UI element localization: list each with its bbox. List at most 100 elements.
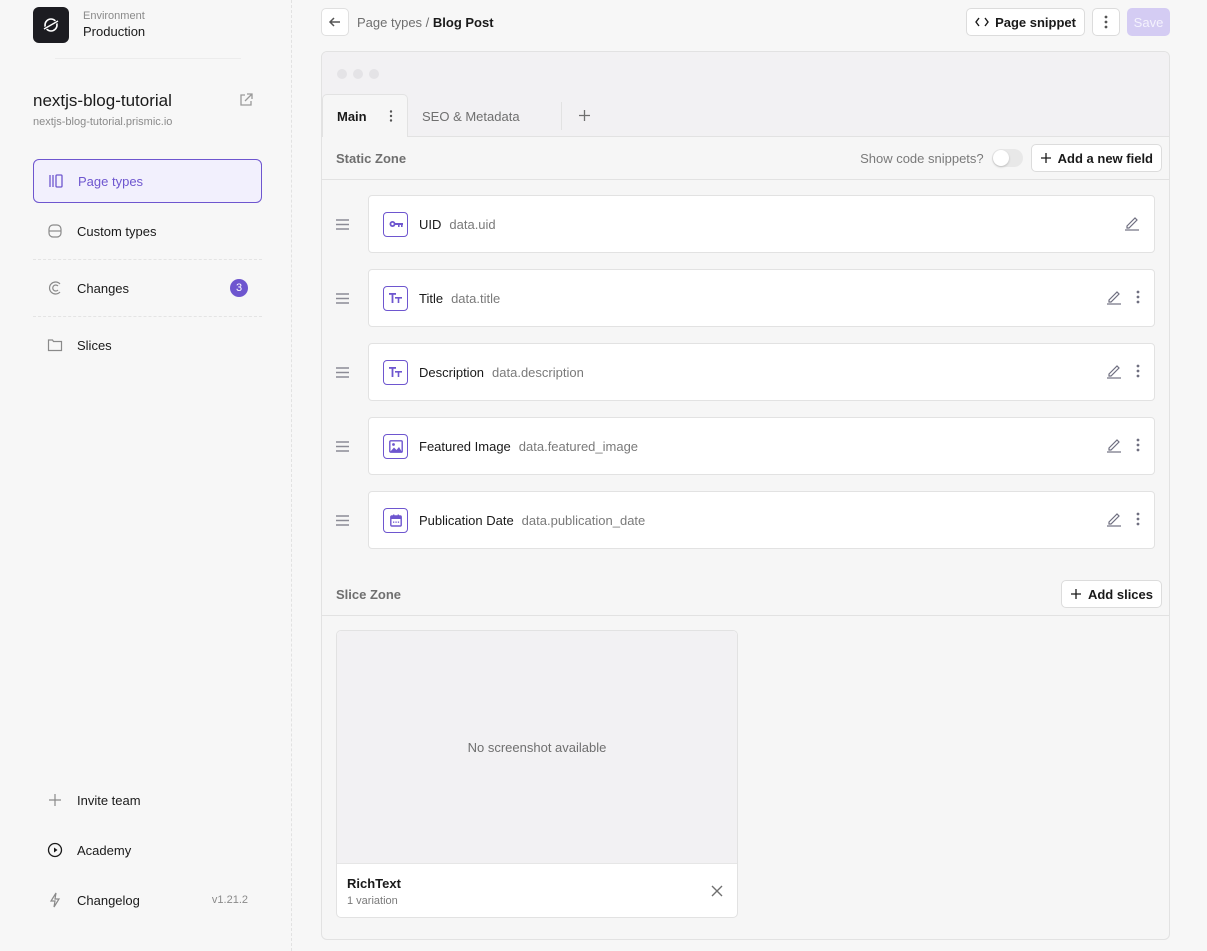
sidebar-item-label: Changelog	[77, 892, 140, 908]
tab-label: SEO & Metadata	[422, 108, 520, 124]
field-card[interactable]: UID data.uid	[368, 195, 1155, 253]
slice-zone-header: Slice Zone Add slices	[322, 573, 1169, 616]
tab-menu-icon[interactable]	[389, 110, 393, 122]
remove-slice-icon[interactable]	[707, 881, 727, 901]
prismic-logo-icon	[33, 7, 69, 43]
database-icon	[47, 223, 63, 239]
calendar-icon	[383, 507, 408, 533]
add-slices-button[interactable]: Add slices	[1060, 580, 1162, 608]
drag-handle-icon[interactable]	[336, 440, 368, 452]
key-icon	[383, 211, 408, 237]
drag-handle-icon[interactable]	[336, 292, 368, 304]
page-types-icon	[48, 173, 64, 189]
add-tab-button[interactable]	[562, 94, 606, 137]
field-api-id: data.publication_date	[521, 512, 646, 528]
sidebar-item-slices[interactable]: Slices	[33, 323, 262, 367]
slice-preview: No screenshot available	[337, 631, 737, 864]
field-api-id: data.uid	[449, 216, 496, 232]
sidebar-item-page-types[interactable]: Page types	[33, 159, 262, 203]
edit-pencil-icon[interactable]	[1124, 215, 1140, 234]
field-label: Featured Image	[419, 438, 511, 454]
text-icon	[383, 285, 408, 311]
sidebar-nav: Page types Custom types Changes 3 Slices	[33, 159, 262, 367]
app-version: v1.21.2	[211, 894, 248, 906]
sidebar-item-label: Custom types	[77, 223, 157, 239]
tab-main[interactable]: Main	[322, 94, 408, 137]
code-icon	[975, 17, 989, 27]
tab-seo-metadata[interactable]: SEO & Metadata	[408, 102, 562, 130]
changes-icon	[47, 280, 63, 296]
window-dots	[337, 69, 379, 79]
field-menu-icon[interactable]	[1136, 512, 1140, 529]
panel-header: Main SEO & Metadata	[322, 52, 1169, 137]
field-menu-icon[interactable]	[1136, 438, 1140, 455]
breadcrumb: Page types / Blog Post	[357, 15, 494, 30]
divider	[33, 316, 262, 317]
slice-card[interactable]: No screenshot available RichText 1 varia…	[336, 630, 738, 918]
external-link-icon[interactable]	[238, 92, 256, 110]
show-snippets-toggle[interactable]	[991, 149, 1023, 167]
back-button[interactable]	[321, 8, 349, 36]
show-snippets-label: Show code snippets?	[860, 150, 984, 166]
edit-pencil-icon[interactable]	[1106, 437, 1122, 456]
tab-label: Main	[337, 108, 367, 124]
page-snippet-label: Page snippet	[995, 14, 1076, 30]
field-label: Description	[419, 364, 485, 380]
editor-panel: Main SEO & Metadata Static Zone Show cod…	[321, 51, 1170, 940]
play-circle-icon	[47, 842, 63, 858]
drag-handle-icon[interactable]	[336, 366, 368, 378]
sidebar-item-custom-types[interactable]: Custom types	[33, 209, 262, 253]
sidebar-item-invite-team[interactable]: Invite team	[33, 775, 262, 825]
edit-pencil-icon[interactable]	[1106, 289, 1122, 308]
field-row: Description data.description	[336, 343, 1155, 401]
sidebar: Environment Production nextjs-blog-tutor…	[0, 0, 292, 951]
repository-url: nextjs-blog-tutorial.prismic.io	[33, 116, 173, 128]
field-list: UID data.uid Title data.title Descriptio…	[322, 180, 1169, 549]
sidebar-item-label: Changes	[77, 280, 130, 296]
field-card[interactable]: Description data.description	[368, 343, 1155, 401]
slice-name: RichText	[347, 875, 401, 891]
field-menu-icon[interactable]	[1136, 364, 1140, 381]
slice-list: No screenshot available RichText 1 varia…	[322, 616, 1169, 932]
plus-icon	[1040, 153, 1051, 163]
field-label: UID	[419, 216, 442, 232]
environment-label: Environment	[83, 10, 145, 22]
field-label: Publication Date	[419, 512, 514, 528]
edit-pencil-icon[interactable]	[1106, 363, 1122, 382]
field-card[interactable]: Featured Image data.featured_image	[368, 417, 1155, 475]
sidebar-item-changes[interactable]: Changes 3	[33, 266, 262, 310]
drag-handle-icon[interactable]	[336, 218, 368, 230]
breadcrumb-current: Blog Post	[432, 14, 494, 30]
sidebar-item-label: Slices	[77, 337, 112, 353]
folder-icon	[47, 337, 63, 353]
sidebar-item-label: Page types	[78, 173, 144, 189]
more-options-button[interactable]	[1092, 8, 1120, 36]
field-api-id: data.description	[492, 364, 584, 380]
field-card[interactable]: Publication Date data.publication_date	[368, 491, 1155, 549]
edit-pencil-icon[interactable]	[1106, 511, 1122, 530]
image-icon	[383, 433, 408, 459]
text-icon	[383, 359, 408, 385]
divider	[33, 259, 262, 260]
add-field-button[interactable]: Add a new field	[1030, 144, 1162, 172]
repository-info: nextjs-blog-tutorial nextjs-blog-tutoria…	[33, 90, 258, 128]
field-menu-icon[interactable]	[1136, 290, 1140, 307]
field-row: Title data.title	[336, 269, 1155, 327]
field-card[interactable]: Title data.title	[368, 269, 1155, 327]
plus-icon	[1070, 589, 1081, 599]
field-row: UID data.uid	[336, 195, 1155, 253]
environment-switcher[interactable]: Environment Production	[33, 7, 145, 43]
save-button[interactable]: Save	[1127, 8, 1170, 36]
sidebar-item-academy[interactable]: Academy	[33, 825, 262, 875]
more-vertical-icon	[1104, 15, 1108, 29]
sidebar-item-changelog[interactable]: Changelog v1.21.2	[33, 875, 262, 925]
lightning-icon	[47, 892, 63, 908]
add-slices-label: Add slices	[1087, 586, 1153, 602]
sidebar-bottom-nav: Invite team Academy Changelog v1.21.2	[33, 775, 262, 925]
field-api-id: data.featured_image	[518, 438, 639, 454]
page-snippet-button[interactable]: Page snippet	[966, 8, 1085, 36]
static-zone-title: Static Zone	[336, 150, 407, 166]
drag-handle-icon[interactable]	[336, 514, 368, 526]
field-row: Publication Date data.publication_date	[336, 491, 1155, 549]
breadcrumb-parent[interactable]: Page types /	[357, 15, 433, 30]
